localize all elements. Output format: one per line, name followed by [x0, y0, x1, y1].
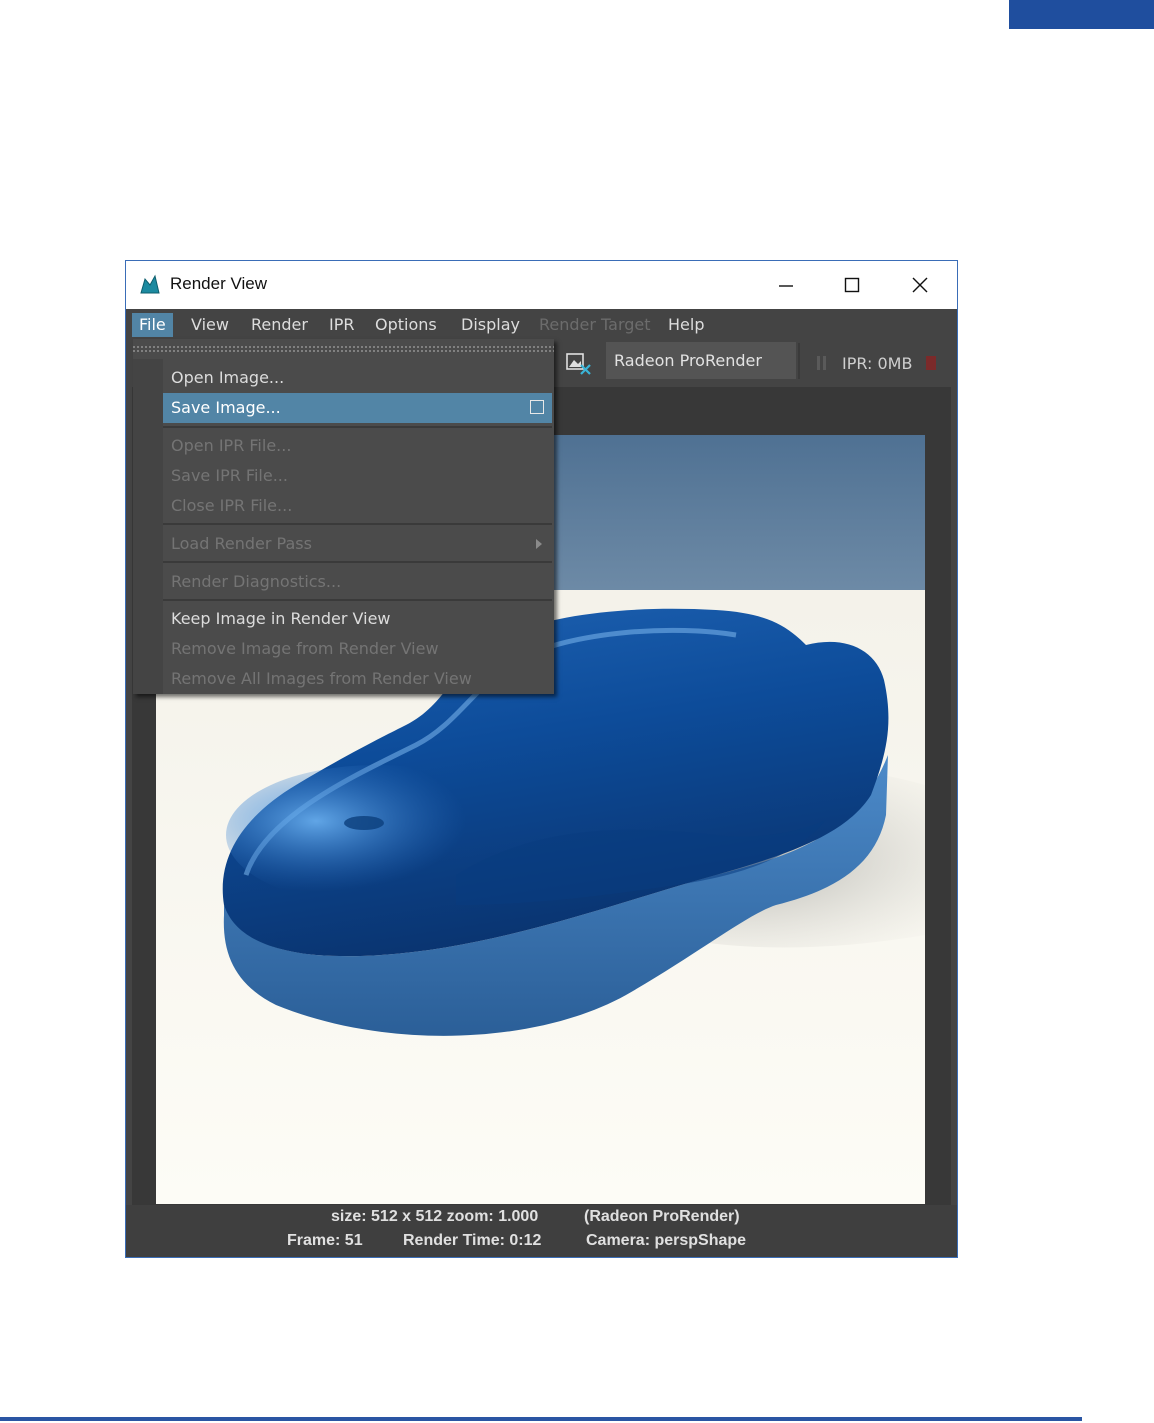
minimize-icon: [779, 285, 793, 287]
menu-divider: [163, 523, 552, 525]
menu-item-save-ipr-file[interactable]: Save IPR File...: [163, 461, 552, 491]
menu-item-render-diagnostics[interactable]: Render Diagnostics...: [163, 567, 552, 597]
menu-render[interactable]: Render: [244, 313, 315, 337]
file-menu-dropdown: Open Image... Save Image... Open IPR Fil…: [133, 339, 554, 694]
toolbar-divider: [798, 343, 800, 379]
menu-item-load-render-pass[interactable]: Load Render Pass: [163, 529, 552, 559]
pause-icon[interactable]: [816, 355, 828, 371]
status-render-time: Render Time: 0:12: [403, 1232, 542, 1249]
status-frame: Frame: 51: [287, 1232, 363, 1249]
menu-options[interactable]: Options: [368, 313, 444, 337]
page-footer-rule: [0, 1417, 1082, 1421]
ipr-memory-label: IPR: 0MB: [842, 354, 913, 373]
menu-file[interactable]: File: [132, 313, 173, 337]
menu-item-keep-image[interactable]: Keep Image in Render View: [163, 604, 552, 634]
close-icon: [912, 277, 928, 293]
menu-divider: [163, 561, 552, 563]
render-view-window: Render View File View Render IPR Options…: [125, 260, 958, 1258]
menu-item-load-render-pass-label: Load Render Pass: [171, 534, 312, 553]
image-remove-icon[interactable]: [566, 353, 592, 375]
menu-ipr[interactable]: IPR: [322, 313, 361, 337]
status-bar: size: 512 x 512 zoom: 1.000 (Radeon ProR…: [126, 1205, 957, 1257]
menu-render-target[interactable]: Render Target: [532, 313, 658, 337]
status-size-zoom: size: 512 x 512 zoom: 1.000: [331, 1208, 539, 1225]
menu-help[interactable]: Help: [661, 313, 711, 337]
menu-item-remove-all-images[interactable]: Remove All Images from Render View: [163, 664, 552, 694]
status-camera: Camera: perspShape: [586, 1232, 747, 1249]
menu-item-remove-image[interactable]: Remove Image from Render View: [163, 634, 552, 664]
menu-display[interactable]: Display: [454, 313, 527, 337]
minimize-button[interactable]: [766, 269, 806, 301]
menu-gutter: [133, 359, 163, 694]
tear-off-handle[interactable]: [133, 343, 554, 353]
menu-divider: [163, 426, 552, 428]
menu-bar: File View Render IPR Options Display Ren…: [126, 309, 957, 339]
menu-item-save-image-label: Save Image...: [171, 398, 281, 417]
menu-view[interactable]: View: [184, 313, 236, 337]
title-bar[interactable]: Render View: [126, 261, 957, 309]
menu-item-save-image[interactable]: Save Image...: [163, 393, 552, 423]
close-button[interactable]: [900, 269, 940, 301]
renderer-dropdown[interactable]: Radeon ProRender: [606, 342, 796, 379]
menu-item-close-ipr-file[interactable]: Close IPR File...: [163, 491, 552, 521]
menu-item-open-image[interactable]: Open Image...: [163, 363, 552, 393]
maximize-button[interactable]: [832, 269, 872, 301]
stop-icon[interactable]: [926, 356, 936, 370]
maya-icon: [140, 274, 160, 294]
window-title: Render View: [170, 274, 268, 293]
page-header-tab: [1009, 0, 1154, 29]
menu-divider: [163, 599, 552, 601]
option-box-icon[interactable]: [530, 400, 544, 414]
menu-item-open-ipr-file[interactable]: Open IPR File...: [163, 431, 552, 461]
submenu-arrow-icon: [536, 539, 542, 549]
status-renderer: (Radeon ProRender): [584, 1208, 740, 1225]
maximize-icon: [844, 277, 860, 293]
